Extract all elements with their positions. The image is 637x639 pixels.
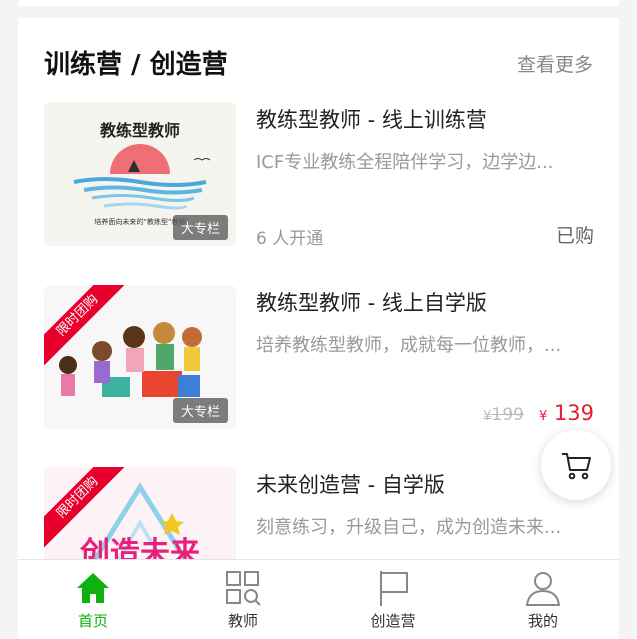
item-title: 教练型教师 - 线上训练营: [256, 104, 487, 134]
previous-card-edge: [18, 0, 619, 6]
bottom-tab-bar: 首页 教师 创造营 我的: [18, 559, 619, 639]
group-buy-ribbon: 限时团购: [44, 467, 124, 547]
purchased-status: 已购: [556, 221, 594, 248]
list-item[interactable]: 限时团购 大专栏 教练型教师 - 线上自学版 培养教练型教师，成就每一位教师，.…: [44, 285, 594, 429]
sale-price: ¥ 139: [539, 401, 594, 425]
section-title: 训练营 / 创造营: [44, 44, 228, 81]
home-icon: [73, 568, 113, 608]
column-tag-badge: 大专栏: [173, 398, 228, 423]
column-tag-badge: 大专栏: [173, 215, 228, 240]
flag-icon: [373, 568, 413, 608]
tab-label: 创造营: [318, 610, 468, 631]
course-thumbnail: 教练型教师 培养面向未来的“教练型”教师 大专栏: [44, 102, 236, 246]
tab-home[interactable]: 首页: [18, 560, 168, 639]
item-description: 刻意练习，升级自己，成为创造未来...: [256, 513, 594, 539]
thumb-caption: 培养面向未来的“教练型”教师: [94, 217, 185, 226]
section-header: 训练营 / 创造营 查看更多: [44, 44, 593, 84]
group-buy-ribbon: 限时团购: [44, 285, 124, 365]
tab-label: 教师: [168, 610, 318, 631]
original-price: ¥199: [483, 405, 524, 425]
cart-button[interactable]: [541, 430, 611, 500]
promo-ribbon: 限时团购: [44, 285, 124, 365]
tab-label: 首页: [18, 610, 168, 631]
tab-teachers[interactable]: 教师: [168, 560, 318, 639]
subscriber-count: 6 人开通: [256, 224, 323, 249]
tab-creation-camp[interactable]: 创造营: [318, 560, 468, 639]
promo-ribbon: 限时团购: [44, 467, 124, 547]
item-description: 培养教练型教师，成就每一位教师，...: [256, 331, 594, 357]
course-thumbnail: 限时团购 大专栏: [44, 285, 236, 429]
item-description: ICF专业教练全程陪伴学习，边学边...: [256, 148, 594, 174]
cart-icon: [560, 449, 592, 481]
thumb-heading: 教练型教师: [100, 121, 180, 140]
user-icon: [523, 568, 563, 608]
item-title: 未来创造营 - 自学版: [256, 469, 445, 499]
tab-mine[interactable]: 我的: [468, 560, 618, 639]
view-more-link[interactable]: 查看更多: [517, 50, 593, 77]
item-title: 教练型教师 - 线上自学版: [256, 287, 487, 317]
tab-label: 我的: [468, 610, 618, 631]
camp-section-card: 训练营 / 创造营 查看更多 教练型教师 培养面向未来的“教练型”教师 大专栏 …: [18, 18, 619, 578]
grid-search-icon: [223, 568, 263, 608]
list-item[interactable]: 教练型教师 培养面向未来的“教练型”教师 大专栏 教练型教师 - 线上训练营 I…: [44, 102, 594, 246]
